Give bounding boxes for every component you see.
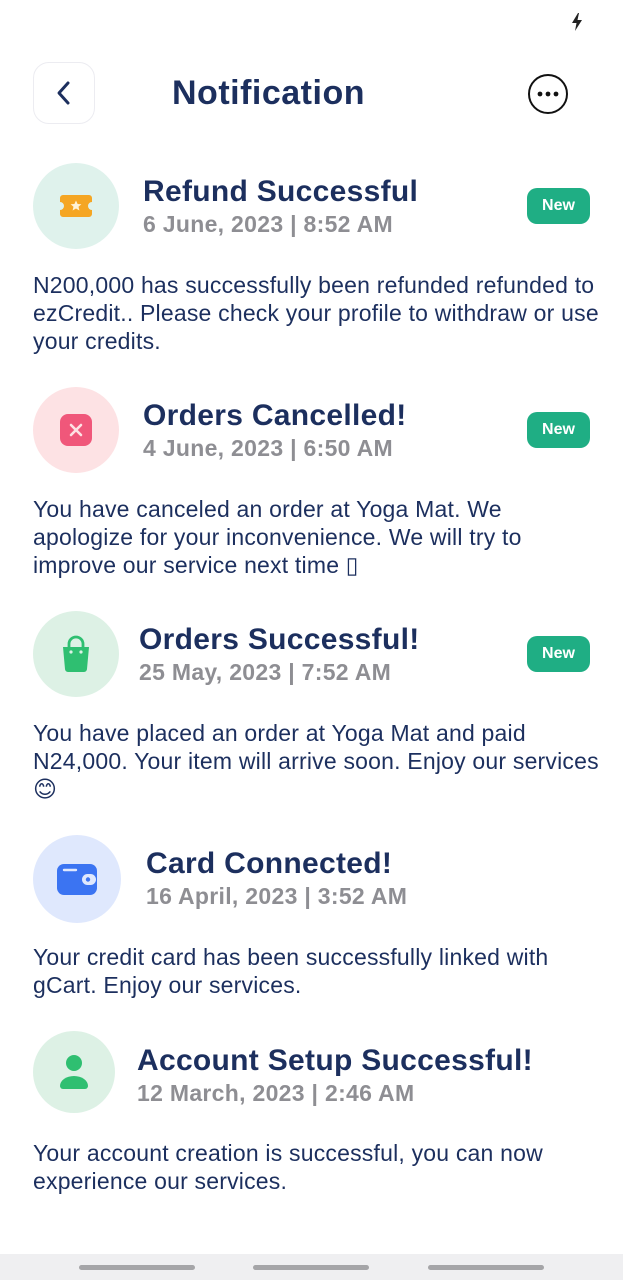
- notification-body: You have placed an order at Yoga Mat and…: [33, 720, 599, 802]
- close-square-icon: [60, 414, 92, 446]
- notification-date: 25 May, 2023 | 7:52 AM: [139, 659, 392, 685]
- chevron-left-icon: [57, 81, 70, 105]
- shopping-bag-icon: [63, 635, 89, 672]
- nav-home-handle[interactable]: [253, 1265, 369, 1270]
- notification-item-refund[interactable]: Refund Successful 6 June, 2023 | 8:52 AM…: [0, 163, 623, 363]
- wallet-icon: [57, 864, 97, 895]
- notification-title: Refund Successful: [143, 175, 419, 208]
- status-bar: [0, 0, 623, 44]
- page-title: Notification: [172, 74, 365, 112]
- notification-title: Account Setup Successful!: [137, 1044, 533, 1077]
- notification-date: 12 March, 2023 | 2:46 AM: [137, 1080, 415, 1106]
- notification-body: You have canceled an order at Yoga Mat. …: [33, 496, 522, 578]
- notification-title: Orders Cancelled!: [143, 399, 407, 432]
- notification-item-order-success[interactable]: Orders Successful! 25 May, 2023 | 7:52 A…: [0, 611, 623, 811]
- nav-back-handle[interactable]: [428, 1265, 544, 1270]
- notification-body: Your account creation is successful, you…: [33, 1140, 543, 1194]
- header: Notification: [0, 62, 623, 126]
- notification-body: Your credit card has been successfully l…: [33, 944, 549, 998]
- new-badge: New: [527, 412, 590, 448]
- notification-item-account[interactable]: Account Setup Successful! 12 March, 2023…: [0, 1031, 623, 1211]
- notification-date: 4 June, 2023 | 6:50 AM: [143, 435, 393, 461]
- notification-icon-circle: [33, 611, 119, 697]
- new-badge: New: [527, 188, 590, 224]
- new-badge: New: [527, 636, 590, 672]
- notification-icon-circle: [33, 387, 119, 473]
- user-icon: [60, 1055, 88, 1089]
- more-horizontal-icon: [537, 91, 559, 97]
- ticket-icon: [60, 195, 92, 217]
- nav-recents-handle[interactable]: [79, 1265, 195, 1270]
- system-navigation-bar: [0, 1254, 623, 1280]
- notification-item-cancelled[interactable]: Orders Cancelled! 4 June, 2023 | 6:50 AM…: [0, 387, 623, 587]
- more-options-button[interactable]: [528, 74, 568, 114]
- notification-icon-circle: [33, 1031, 115, 1113]
- charging-bolt-icon: [572, 13, 582, 31]
- notification-title: Orders Successful!: [139, 623, 420, 656]
- notification-date: 6 June, 2023 | 8:52 AM: [143, 211, 393, 237]
- notification-date: 16 April, 2023 | 3:52 AM: [146, 883, 408, 909]
- notification-icon-circle: [33, 835, 121, 923]
- notification-icon-circle: [33, 163, 119, 249]
- back-button[interactable]: [33, 62, 95, 124]
- notification-title: Card Connected!: [146, 847, 393, 880]
- notification-item-card[interactable]: Card Connected! 16 April, 2023 | 3:52 AM…: [0, 835, 623, 1015]
- notification-body: N200,000 has successfully been refunded …: [33, 272, 599, 354]
